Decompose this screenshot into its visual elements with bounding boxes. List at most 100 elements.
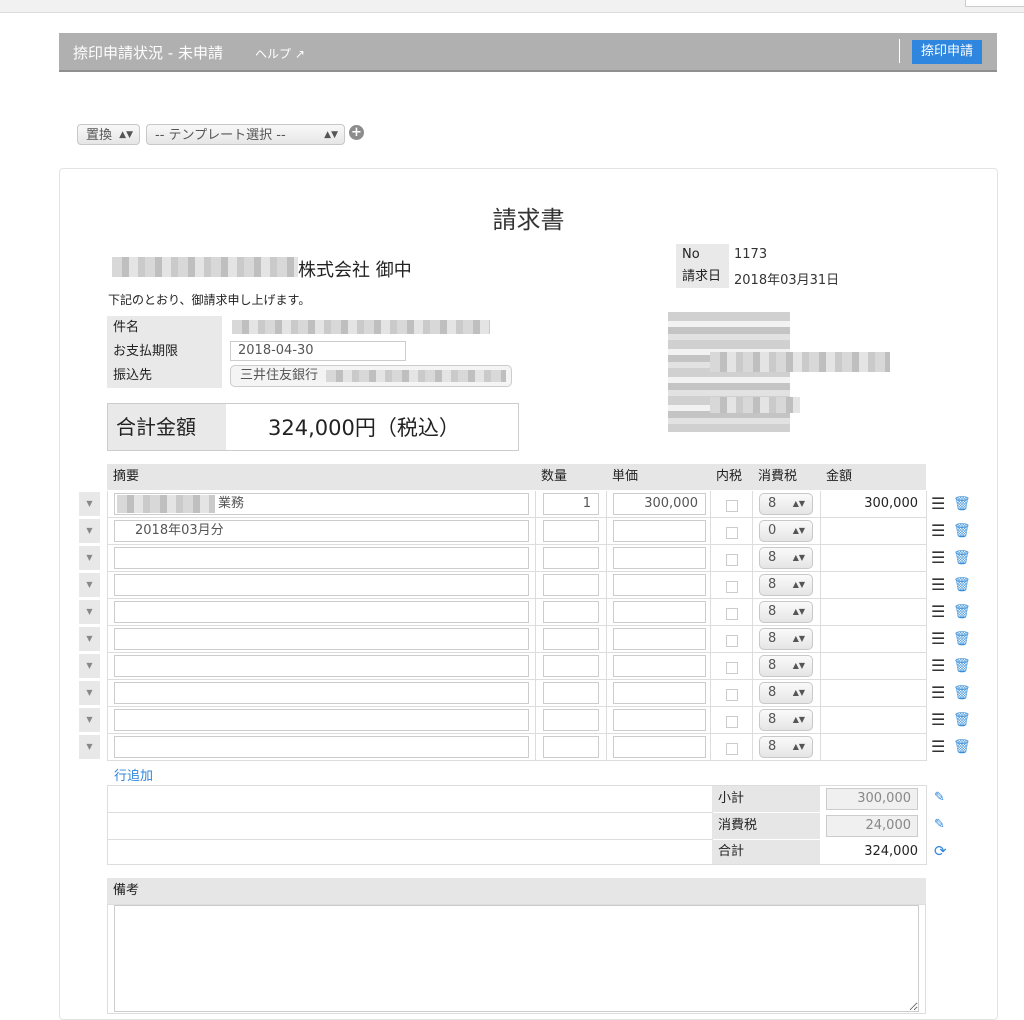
delete-trash-icon[interactable]: 🗑 xyxy=(953,523,971,539)
description-input[interactable] xyxy=(114,736,529,758)
refresh-icon[interactable]: ⟳ xyxy=(934,842,947,860)
row-toggle-arrow-icon[interactable]: ▼ xyxy=(79,627,100,651)
description-input[interactable]: 2018年03月分 xyxy=(114,520,529,542)
description-input[interactable] xyxy=(114,709,529,731)
delete-trash-icon[interactable]: 🗑 xyxy=(953,739,971,755)
unit-price-input[interactable] xyxy=(613,520,706,542)
tax-rate-select[interactable]: 0 ▲▼ xyxy=(759,520,813,542)
quantity-input[interactable] xyxy=(543,520,599,542)
notes-textarea[interactable] xyxy=(114,905,919,1012)
delete-trash-icon[interactable]: 🗑 xyxy=(953,658,971,674)
reorder-menu-icon[interactable]: ☰ xyxy=(931,550,945,566)
delete-trash-icon[interactable]: 🗑 xyxy=(953,550,971,566)
tax-included-checkbox[interactable] xyxy=(726,662,738,674)
template-select-label: -- テンプレート選択 -- xyxy=(155,128,286,143)
description-input[interactable] xyxy=(114,547,529,569)
tax-included-checkbox[interactable] xyxy=(726,635,738,647)
tax-rate-select[interactable]: 8 ▲▼ xyxy=(759,574,813,596)
row-toggle-arrow-icon[interactable]: ▼ xyxy=(79,735,100,759)
tax-included-checkbox[interactable] xyxy=(726,527,738,539)
tax-rate-select[interactable]: 8 ▲▼ xyxy=(759,601,813,623)
template-select[interactable]: -- テンプレート選択 -- ▲▼ xyxy=(146,124,345,145)
reorder-menu-icon[interactable]: ☰ xyxy=(931,523,945,539)
edit-tax-pencil-icon[interactable]: ✎ xyxy=(934,817,945,832)
help-link[interactable]: ヘルプ ↗ xyxy=(255,45,305,62)
description-input[interactable] xyxy=(114,628,529,650)
tax-included-checkbox[interactable] xyxy=(726,689,738,701)
tax-rate-select[interactable]: 8 ▲▼ xyxy=(759,736,813,758)
tax-rate-select[interactable]: 8 ▲▼ xyxy=(759,547,813,569)
quantity-input[interactable] xyxy=(543,655,599,677)
reorder-menu-icon[interactable]: ☰ xyxy=(931,604,945,620)
tax-included-checkbox[interactable] xyxy=(726,608,738,620)
unit-price-input[interactable] xyxy=(613,682,706,704)
unit-price-input[interactable] xyxy=(613,628,706,650)
row-toggle-arrow-icon[interactable]: ▼ xyxy=(79,573,100,597)
row-toggle-arrow-icon[interactable]: ▼ xyxy=(79,681,100,705)
row-toggle-arrow-icon[interactable]: ▼ xyxy=(79,600,100,624)
quantity-input[interactable] xyxy=(543,574,599,596)
unit-price-input[interactable] xyxy=(613,709,706,731)
quantity-input[interactable]: 1 xyxy=(543,493,599,515)
column-border xyxy=(606,491,607,761)
issuer-contact-redacted xyxy=(710,397,800,413)
delete-trash-icon[interactable]: 🗑 xyxy=(953,685,971,701)
quantity-input[interactable] xyxy=(543,547,599,569)
col-unit-price: 単価 xyxy=(606,464,710,490)
column-border xyxy=(535,491,536,761)
quantity-input[interactable] xyxy=(543,709,599,731)
unit-price-input[interactable]: 300,000 xyxy=(613,493,706,515)
delete-trash-icon[interactable]: 🗑 xyxy=(953,577,971,593)
tax-rate-select[interactable]: 8 ▲▼ xyxy=(759,709,813,731)
tax-rate-select[interactable]: 8 ▲▼ xyxy=(759,628,813,650)
description-input[interactable] xyxy=(114,574,529,596)
reorder-menu-icon[interactable]: ☰ xyxy=(931,577,945,593)
seal-apply-button[interactable]: 捺印申請 xyxy=(912,40,982,64)
row-toggle-arrow-icon[interactable]: ▼ xyxy=(79,546,100,570)
row-toggle-arrow-icon[interactable]: ▼ xyxy=(79,708,100,732)
description-input[interactable] xyxy=(114,655,529,677)
quantity-input[interactable] xyxy=(543,601,599,623)
description-input[interactable] xyxy=(114,601,529,623)
quantity-input[interactable] xyxy=(543,682,599,704)
due-date-input[interactable]: 2018-04-30 xyxy=(230,341,406,361)
reorder-menu-icon[interactable]: ☰ xyxy=(931,658,945,674)
delete-trash-icon[interactable]: 🗑 xyxy=(953,712,971,728)
unit-price-input[interactable] xyxy=(613,655,706,677)
tax-included-checkbox[interactable] xyxy=(726,581,738,593)
reorder-menu-icon[interactable]: ☰ xyxy=(931,685,945,701)
tax-included-checkbox[interactable] xyxy=(726,500,738,512)
tax-included-checkbox[interactable] xyxy=(726,716,738,728)
reorder-menu-icon[interactable]: ☰ xyxy=(931,631,945,647)
unit-price-input[interactable] xyxy=(613,601,706,623)
tax-rate-select[interactable]: 8 ▲▼ xyxy=(759,682,813,704)
delete-trash-icon[interactable]: 🗑 xyxy=(953,496,971,512)
quantity-input[interactable] xyxy=(543,736,599,758)
row-border xyxy=(926,518,927,545)
reorder-menu-icon[interactable]: ☰ xyxy=(931,739,945,755)
replace-select[interactable]: 置換 ▲▼ xyxy=(77,124,140,145)
divider xyxy=(899,39,900,63)
edit-subtotal-pencil-icon[interactable]: ✎ xyxy=(934,790,945,805)
row-toggle-arrow-icon[interactable]: ▼ xyxy=(79,654,100,678)
quantity-input[interactable] xyxy=(543,628,599,650)
delete-trash-icon[interactable]: 🗑 xyxy=(953,631,971,647)
unit-price-input[interactable] xyxy=(613,574,706,596)
tax-included-checkbox[interactable] xyxy=(726,554,738,566)
delete-trash-icon[interactable]: 🗑 xyxy=(953,604,971,620)
add-row-link[interactable]: 行追加 xyxy=(114,765,153,784)
row-toggle-arrow-icon[interactable]: ▼ xyxy=(79,519,100,543)
tax-rate-select[interactable]: 8 ▲▼ xyxy=(759,493,813,515)
tax-included-checkbox[interactable] xyxy=(726,743,738,755)
reorder-menu-icon[interactable]: ☰ xyxy=(931,496,945,512)
unit-price-input[interactable] xyxy=(613,736,706,758)
reorder-menu-icon[interactable]: ☰ xyxy=(931,712,945,728)
col-tax-included: 内税 xyxy=(710,464,752,490)
select-arrows-icon: ▲▼ xyxy=(792,742,805,751)
tax-rate-value: 8 xyxy=(768,631,777,646)
unit-price-input[interactable] xyxy=(613,547,706,569)
row-toggle-arrow-icon[interactable]: ▼ xyxy=(79,492,100,516)
tax-rate-select[interactable]: 8 ▲▼ xyxy=(759,655,813,677)
description-input[interactable] xyxy=(114,682,529,704)
add-template-icon[interactable]: + xyxy=(349,125,364,140)
